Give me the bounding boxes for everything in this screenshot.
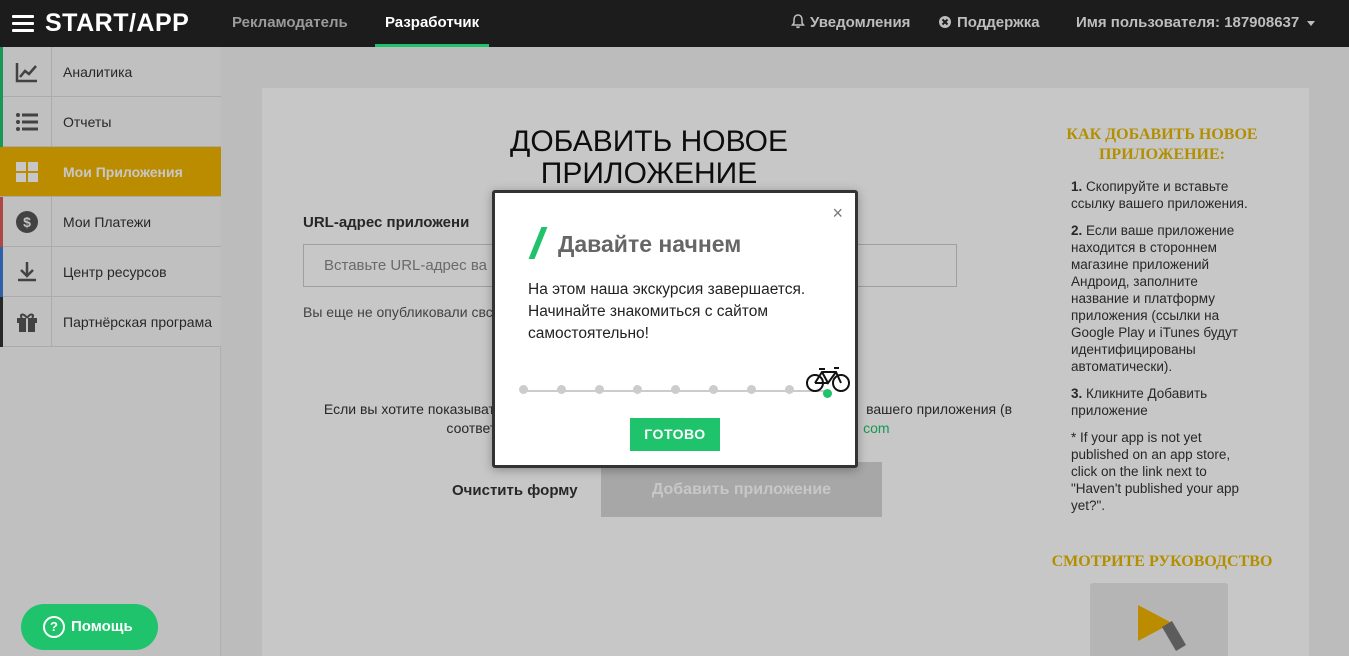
top-navigation-bar: START/APP Рекламодатель Разработчик Увед… [0,0,1349,47]
modal-title: Давайте начнем [558,231,742,257]
tour-modal: × Давайте начнем На этом наша экскурсия … [492,190,858,468]
notifications-link[interactable]: Уведомления [791,0,910,47]
bicycle-icon [806,365,850,398]
help-button[interactable]: ? Помощь [21,604,158,650]
slash-logo-icon [528,227,548,259]
progress-dot [595,385,604,394]
progress-dot [785,385,794,394]
startapp-logo[interactable]: START/APP [45,9,189,38]
notifications-label: Уведомления [810,14,911,31]
lifebuoy-icon [938,0,952,45]
username-label: Имя пользователя: 187908637 [1076,14,1300,31]
user-menu[interactable]: Имя пользователя: 187908637 [1076,0,1316,47]
modal-body: На этом наша экскурсия завершается. Начи… [528,281,806,342]
close-icon[interactable]: × [832,204,843,222]
menu-icon[interactable] [12,14,34,32]
chevron-down-icon [1307,20,1316,26]
bell-icon [791,0,805,45]
question-icon: ? [43,616,65,638]
nav-advertiser[interactable]: Рекламодатель [232,0,348,47]
progress-dot [709,385,718,394]
progress-dot [747,385,756,394]
progress-dot [519,385,528,394]
progress-dot [671,385,680,394]
support-link[interactable]: Поддержка [938,0,1040,47]
progress-dot [557,385,566,394]
done-button[interactable]: ГОТОВО [630,418,720,451]
help-button-label: Помощь [71,618,133,635]
support-label: Поддержка [957,14,1040,31]
progress-dot [633,385,642,394]
nav-developer[interactable]: Разработчик [375,0,490,47]
